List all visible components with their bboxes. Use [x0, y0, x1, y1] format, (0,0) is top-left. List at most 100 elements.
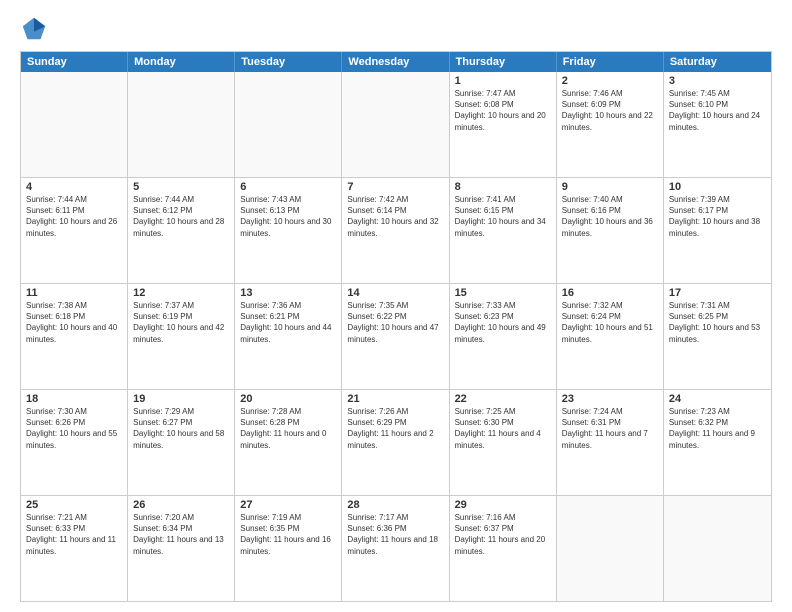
day-number: 17: [669, 287, 766, 299]
calendar-cell: 14Sunrise: 7:35 AM Sunset: 6:22 PM Dayli…: [342, 284, 449, 389]
calendar-cell: [235, 72, 342, 177]
calendar-cell: 5Sunrise: 7:44 AM Sunset: 6:12 PM Daylig…: [128, 178, 235, 283]
calendar-cell: [664, 496, 771, 601]
day-number: 13: [240, 287, 336, 299]
calendar-cell: 26Sunrise: 7:20 AM Sunset: 6:34 PM Dayli…: [128, 496, 235, 601]
day-number: 5: [133, 181, 229, 193]
calendar-cell: 10Sunrise: 7:39 AM Sunset: 6:17 PM Dayli…: [664, 178, 771, 283]
calendar-cell: 21Sunrise: 7:26 AM Sunset: 6:29 PM Dayli…: [342, 390, 449, 495]
calendar-cell: 29Sunrise: 7:16 AM Sunset: 6:37 PM Dayli…: [450, 496, 557, 601]
day-details: Sunrise: 7:16 AM Sunset: 6:37 PM Dayligh…: [455, 512, 551, 557]
calendar-body: 1Sunrise: 7:47 AM Sunset: 6:08 PM Daylig…: [21, 72, 771, 601]
calendar-cell: 17Sunrise: 7:31 AM Sunset: 6:25 PM Dayli…: [664, 284, 771, 389]
calendar-cell: 23Sunrise: 7:24 AM Sunset: 6:31 PM Dayli…: [557, 390, 664, 495]
day-details: Sunrise: 7:33 AM Sunset: 6:23 PM Dayligh…: [455, 300, 551, 345]
day-details: Sunrise: 7:23 AM Sunset: 6:32 PM Dayligh…: [669, 406, 766, 451]
calendar-cell: 25Sunrise: 7:21 AM Sunset: 6:33 PM Dayli…: [21, 496, 128, 601]
day-details: Sunrise: 7:41 AM Sunset: 6:15 PM Dayligh…: [455, 194, 551, 239]
day-details: Sunrise: 7:38 AM Sunset: 6:18 PM Dayligh…: [26, 300, 122, 345]
calendar-cell: 2Sunrise: 7:46 AM Sunset: 6:09 PM Daylig…: [557, 72, 664, 177]
calendar-cell: 12Sunrise: 7:37 AM Sunset: 6:19 PM Dayli…: [128, 284, 235, 389]
calendar-cell: 19Sunrise: 7:29 AM Sunset: 6:27 PM Dayli…: [128, 390, 235, 495]
day-details: Sunrise: 7:24 AM Sunset: 6:31 PM Dayligh…: [562, 406, 658, 451]
day-number: 25: [26, 499, 122, 511]
calendar-cell: 4Sunrise: 7:44 AM Sunset: 6:11 PM Daylig…: [21, 178, 128, 283]
day-details: Sunrise: 7:19 AM Sunset: 6:35 PM Dayligh…: [240, 512, 336, 557]
calendar-cell: 7Sunrise: 7:42 AM Sunset: 6:14 PM Daylig…: [342, 178, 449, 283]
day-details: Sunrise: 7:42 AM Sunset: 6:14 PM Dayligh…: [347, 194, 443, 239]
calendar-cell: 9Sunrise: 7:40 AM Sunset: 6:16 PM Daylig…: [557, 178, 664, 283]
day-number: 16: [562, 287, 658, 299]
calendar-cell: [342, 72, 449, 177]
day-number: 21: [347, 393, 443, 405]
calendar-cell: [128, 72, 235, 177]
calendar-cell: 1Sunrise: 7:47 AM Sunset: 6:08 PM Daylig…: [450, 72, 557, 177]
day-details: Sunrise: 7:37 AM Sunset: 6:19 PM Dayligh…: [133, 300, 229, 345]
calendar-cell: 6Sunrise: 7:43 AM Sunset: 6:13 PM Daylig…: [235, 178, 342, 283]
day-details: Sunrise: 7:28 AM Sunset: 6:28 PM Dayligh…: [240, 406, 336, 451]
header: [20, 15, 772, 43]
day-number: 29: [455, 499, 551, 511]
day-details: Sunrise: 7:32 AM Sunset: 6:24 PM Dayligh…: [562, 300, 658, 345]
calendar-row: 18Sunrise: 7:30 AM Sunset: 6:26 PM Dayli…: [21, 390, 771, 496]
day-number: 22: [455, 393, 551, 405]
day-details: Sunrise: 7:29 AM Sunset: 6:27 PM Dayligh…: [133, 406, 229, 451]
day-header: Monday: [128, 52, 235, 72]
day-details: Sunrise: 7:26 AM Sunset: 6:29 PM Dayligh…: [347, 406, 443, 451]
calendar-cell: 27Sunrise: 7:19 AM Sunset: 6:35 PM Dayli…: [235, 496, 342, 601]
day-details: Sunrise: 7:17 AM Sunset: 6:36 PM Dayligh…: [347, 512, 443, 557]
day-number: 12: [133, 287, 229, 299]
day-number: 19: [133, 393, 229, 405]
page: SundayMondayTuesdayWednesdayThursdayFrid…: [0, 0, 792, 612]
calendar-cell: 11Sunrise: 7:38 AM Sunset: 6:18 PM Dayli…: [21, 284, 128, 389]
day-number: 2: [562, 75, 658, 87]
calendar-cell: [21, 72, 128, 177]
day-details: Sunrise: 7:39 AM Sunset: 6:17 PM Dayligh…: [669, 194, 766, 239]
day-number: 27: [240, 499, 336, 511]
calendar-row: 4Sunrise: 7:44 AM Sunset: 6:11 PM Daylig…: [21, 178, 771, 284]
calendar-cell: 16Sunrise: 7:32 AM Sunset: 6:24 PM Dayli…: [557, 284, 664, 389]
day-details: Sunrise: 7:21 AM Sunset: 6:33 PM Dayligh…: [26, 512, 122, 557]
calendar-cell: 3Sunrise: 7:45 AM Sunset: 6:10 PM Daylig…: [664, 72, 771, 177]
calendar: SundayMondayTuesdayWednesdayThursdayFrid…: [20, 51, 772, 602]
day-details: Sunrise: 7:44 AM Sunset: 6:12 PM Dayligh…: [133, 194, 229, 239]
day-number: 9: [562, 181, 658, 193]
day-number: 10: [669, 181, 766, 193]
calendar-cell: 13Sunrise: 7:36 AM Sunset: 6:21 PM Dayli…: [235, 284, 342, 389]
calendar-header: SundayMondayTuesdayWednesdayThursdayFrid…: [21, 52, 771, 72]
day-number: 15: [455, 287, 551, 299]
day-details: Sunrise: 7:35 AM Sunset: 6:22 PM Dayligh…: [347, 300, 443, 345]
day-details: Sunrise: 7:40 AM Sunset: 6:16 PM Dayligh…: [562, 194, 658, 239]
calendar-cell: 20Sunrise: 7:28 AM Sunset: 6:28 PM Dayli…: [235, 390, 342, 495]
day-number: 18: [26, 393, 122, 405]
calendar-cell: 22Sunrise: 7:25 AM Sunset: 6:30 PM Dayli…: [450, 390, 557, 495]
calendar-cell: 24Sunrise: 7:23 AM Sunset: 6:32 PM Dayli…: [664, 390, 771, 495]
day-number: 26: [133, 499, 229, 511]
day-number: 20: [240, 393, 336, 405]
day-details: Sunrise: 7:45 AM Sunset: 6:10 PM Dayligh…: [669, 88, 766, 133]
day-number: 3: [669, 75, 766, 87]
day-number: 23: [562, 393, 658, 405]
day-number: 14: [347, 287, 443, 299]
calendar-cell: 15Sunrise: 7:33 AM Sunset: 6:23 PM Dayli…: [450, 284, 557, 389]
calendar-row: 11Sunrise: 7:38 AM Sunset: 6:18 PM Dayli…: [21, 284, 771, 390]
day-number: 6: [240, 181, 336, 193]
day-number: 4: [26, 181, 122, 193]
logo: [20, 15, 52, 43]
day-header: Wednesday: [342, 52, 449, 72]
day-details: Sunrise: 7:44 AM Sunset: 6:11 PM Dayligh…: [26, 194, 122, 239]
day-header: Sunday: [21, 52, 128, 72]
calendar-cell: 8Sunrise: 7:41 AM Sunset: 6:15 PM Daylig…: [450, 178, 557, 283]
day-header: Saturday: [664, 52, 771, 72]
day-number: 1: [455, 75, 551, 87]
day-number: 7: [347, 181, 443, 193]
day-header: Friday: [557, 52, 664, 72]
logo-icon: [20, 15, 48, 43]
day-details: Sunrise: 7:46 AM Sunset: 6:09 PM Dayligh…: [562, 88, 658, 133]
day-header: Tuesday: [235, 52, 342, 72]
day-details: Sunrise: 7:30 AM Sunset: 6:26 PM Dayligh…: [26, 406, 122, 451]
day-details: Sunrise: 7:31 AM Sunset: 6:25 PM Dayligh…: [669, 300, 766, 345]
day-number: 8: [455, 181, 551, 193]
calendar-cell: [557, 496, 664, 601]
day-details: Sunrise: 7:36 AM Sunset: 6:21 PM Dayligh…: [240, 300, 336, 345]
